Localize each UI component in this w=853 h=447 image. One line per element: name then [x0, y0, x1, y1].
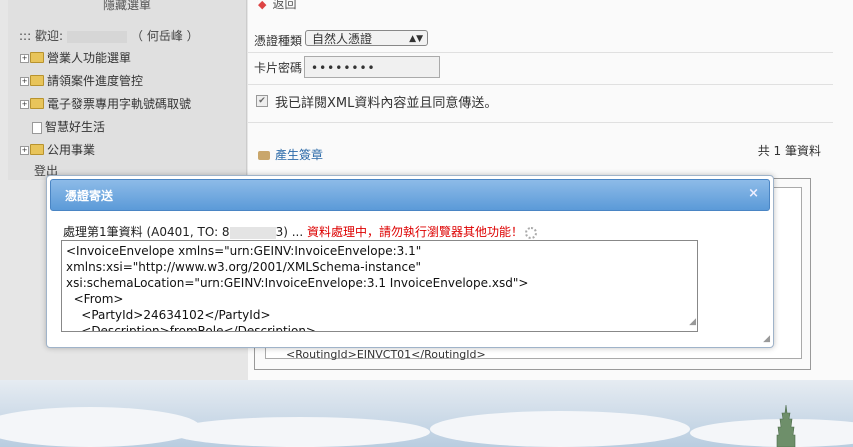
- expand-icon[interactable]: +: [20, 100, 29, 109]
- menu-item-case-progress[interactable]: + 請領案件進度管控: [20, 70, 191, 93]
- xml-line: xsi:schemaLocation="urn:GEINV:InvoiceEnv…: [66, 276, 529, 290]
- close-icon[interactable]: ×: [748, 186, 759, 201]
- hide-menu-button[interactable]: 隱藏選單: [8, 0, 246, 12]
- redacted-text: [229, 226, 276, 239]
- cert-type-label: 憑證種類: [254, 34, 303, 48]
- menu-item-label: 營業人功能選單: [47, 51, 132, 65]
- expand-icon[interactable]: +: [20, 77, 29, 86]
- menu-item-label: 請領案件進度管控: [47, 74, 144, 88]
- document-icon: [32, 121, 42, 134]
- welcome-prefix: ::: 歡迎:: [19, 29, 63, 43]
- pin-input[interactable]: ••••••••: [304, 56, 440, 78]
- seal-icon: [258, 151, 270, 160]
- cert-type-select[interactable]: 自然人憑證 ▲▼: [305, 30, 428, 46]
- menu-item-utilities[interactable]: + 公用事業: [20, 139, 191, 162]
- footer-banner: [0, 380, 853, 447]
- pin-label: 卡片密碼: [254, 61, 303, 75]
- loading-spinner-icon: [524, 226, 537, 239]
- generate-signature-label: 產生簽章: [275, 148, 324, 162]
- generate-signature-link[interactable]: 產生簽章: [258, 146, 323, 163]
- back-link[interactable]: ◆ 返回: [258, 0, 296, 12]
- folder-icon: [30, 52, 44, 63]
- dialog-title: 憑證寄送: [65, 189, 114, 203]
- folder-icon: [30, 75, 44, 86]
- xml-textarea[interactable]: <InvoiceEnvelope xmlns="urn:GEINV:Invoic…: [61, 240, 698, 332]
- dialog-resize-grip-icon[interactable]: ◢: [763, 334, 770, 344]
- menu-item-label: 電子發票專用字軌號碼取號: [47, 97, 192, 111]
- xml-line: <PartyId>24634102</PartyId>: [66, 308, 271, 322]
- status-warning: 資料處理中，請勿執行瀏覽器其他功能！: [306, 225, 523, 239]
- menu-item-einvoice-track[interactable]: + 電子發票專用字軌號碼取號: [20, 93, 191, 116]
- cert-send-dialog: 憑證寄送 × 處理第1筆資料 (A0401, TO: 8 3) ... 資料處理中…: [46, 175, 774, 348]
- record-count: 共 1 筆資料: [757, 144, 821, 158]
- cloud-shape: [430, 411, 690, 447]
- redacted-text: [67, 30, 127, 43]
- menu-tree: + 營業人功能選單 + 請領案件進度管控 + 電子發票專用字軌號碼取號 智慧好生活 +…: [20, 47, 191, 162]
- sidebar: 隱藏選單 ::: 歡迎: （ 何岳峰 ） + 營業人功能選單 + 請領案件進度管控 +…: [0, 0, 247, 180]
- xml-line: <From>: [66, 292, 124, 306]
- agree-row: ✔ 我已詳閱XML資料內容並且同意傳送。: [248, 88, 833, 123]
- menu-item-smart-life[interactable]: 智慧好生活: [20, 116, 191, 139]
- cloud-shape: [0, 407, 200, 447]
- back-label: 返回: [272, 0, 297, 11]
- xml-line: <Description>fromRole</Description>: [66, 324, 316, 332]
- welcome-name: （ 何岳峰 ）: [131, 29, 199, 43]
- cert-type-row: 憑證種類 自然人憑證 ▲▼: [248, 27, 833, 53]
- routing-line: <RoutingId>EINVCT01</RoutingId>: [286, 348, 486, 361]
- agree-label: 我已詳閱XML資料內容並且同意傳送。: [275, 96, 498, 111]
- xml-line: <InvoiceEnvelope xmlns="urn:GEINV:Invoic…: [66, 244, 422, 258]
- expand-icon[interactable]: +: [20, 146, 29, 155]
- dialog-titlebar[interactable]: 憑證寄送 ×: [50, 179, 770, 211]
- agree-checkbox[interactable]: ✔: [256, 95, 268, 107]
- folder-icon: [30, 98, 44, 109]
- folder-icon: [30, 144, 44, 155]
- cloud-shape: [170, 417, 430, 447]
- expand-icon[interactable]: +: [20, 54, 29, 63]
- resize-grip-icon[interactable]: ◢: [689, 314, 696, 330]
- menu-item-business[interactable]: + 營業人功能選單: [20, 47, 191, 70]
- select-arrows-icon: ▲▼: [409, 34, 423, 44]
- cert-type-value: 自然人憑證: [312, 32, 373, 46]
- pin-row: 卡片密碼 ••••••••: [248, 53, 833, 85]
- back-icon: ◆: [258, 0, 267, 11]
- status-prefix: 處理第1筆資料 (A0401, TO: 8: [63, 225, 230, 239]
- processing-status: 處理第1筆資料 (A0401, TO: 8 3) ... 資料處理中，請勿執行瀏覽…: [63, 223, 537, 240]
- cloud-shape: [690, 419, 853, 447]
- status-suffix: 3) ...: [275, 225, 307, 239]
- welcome-text: ::: 歡迎: （ 何岳峰 ）: [19, 27, 199, 44]
- menu-item-label: 智慧好生活: [45, 120, 106, 134]
- tower-icon: [776, 405, 796, 447]
- xml-line: xmlns:xsi="http://www.w3.org/2001/XMLSch…: [66, 260, 421, 274]
- menu-item-label: 公用事業: [47, 143, 96, 157]
